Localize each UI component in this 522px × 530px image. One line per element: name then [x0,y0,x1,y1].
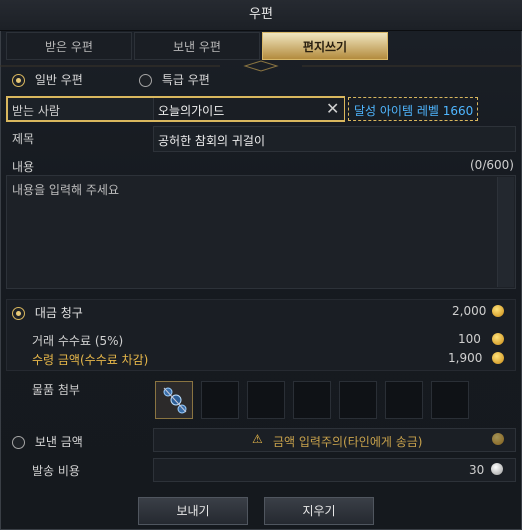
attachment-slot[interactable] [431,381,469,419]
send-gold-radio-icon[interactable] [12,436,25,449]
content-placeholder: 내용을 입력해 주세요 [12,183,119,197]
billing-radio-icon[interactable] [12,307,25,320]
send-gold-label: 보낸 금액 [34,435,83,449]
clear-button[interactable]: 지우기 [264,497,374,525]
attachment-slot[interactable] [155,381,193,419]
billing-amount[interactable]: 2,000 [452,304,486,318]
normal-mail-label: 일반 우편 [34,73,83,87]
subject-label: 제목 [12,132,35,146]
gold-coin-icon [492,333,504,345]
fee-value: 100 [458,332,481,346]
window-title: 우편 [0,0,522,31]
tab-compose[interactable]: 편지쓰기 [262,32,388,60]
receive-label: 수령 금액(수수료 차감) [32,353,149,367]
send-gold-warning: 금액 입력주의(타인에게 송금) [273,435,423,449]
silver-coin-icon [491,463,503,475]
billing-option[interactable]: 대금 청구 [12,304,83,321]
radio-selected-icon[interactable] [12,74,25,87]
content-label: 내용 [12,160,35,174]
item-level-text: 달성 아이템 레벨 1660 [354,104,474,118]
mail-tabs: 받은 우편 보낸 우편 편지쓰기 [6,32,516,60]
billing-label: 대금 청구 [34,306,83,320]
attachment-label: 물품 첨부 [32,383,80,397]
radio-icon[interactable] [139,74,152,87]
subject-input[interactable]: 공허한 참회의 귀걸이 [158,132,265,149]
recipient-input[interactable]: 오늘의가이드 [158,102,224,119]
earring-icon [163,387,187,414]
express-mail-option[interactable]: 특급 우편 [139,71,210,88]
content-scrollbar[interactable] [497,177,514,287]
attachment-slot[interactable] [339,381,377,419]
attachment-slot[interactable] [201,381,239,419]
clear-recipient-icon[interactable]: ✕ [326,100,339,118]
recipient-label: 받는 사람 [12,104,60,118]
attachment-slot[interactable] [385,381,423,419]
gold-coin-icon [492,352,504,364]
receive-value: 1,900 [448,351,483,365]
shipping-label: 발송 비용 [32,464,80,478]
tab-sent[interactable]: 보낸 우편 [134,32,260,60]
warning-icon: ⚠ [252,432,263,446]
attachment-slot[interactable] [247,381,285,419]
gold-coin-icon [492,433,504,445]
shipping-value: 30 [469,463,485,477]
content-counter: (0/600) [470,158,514,172]
attachment-slot[interactable] [293,381,331,419]
tab-received[interactable]: 받은 우편 [6,32,132,60]
express-mail-label: 특급 우편 [161,73,210,87]
gold-coin-icon [492,305,504,317]
shipping-box [153,458,516,482]
normal-mail-option[interactable]: 일반 우편 [12,71,83,88]
send-button[interactable]: 보내기 [138,497,248,525]
fee-label: 거래 수수료 (5%) [32,334,124,348]
send-gold-option[interactable]: 보낸 금액 [12,433,83,450]
